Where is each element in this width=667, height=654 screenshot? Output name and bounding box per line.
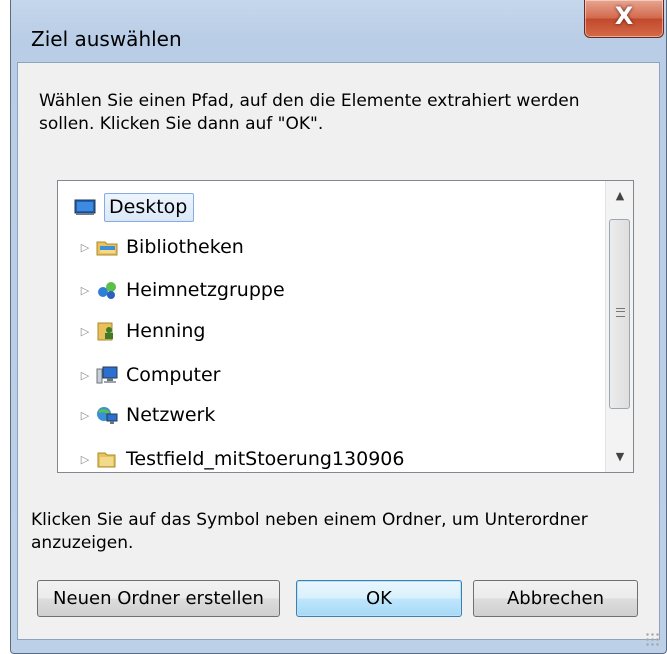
tree-item-label: Computer	[126, 364, 221, 386]
tree-item-testfield[interactable]: ▷ Testfield_mitStoerung130906	[78, 439, 405, 472]
tree-item-label: Testfield_mitStoerung130906	[126, 448, 405, 470]
expand-arrow-icon[interactable]: ▷	[78, 369, 92, 382]
libraries-icon	[96, 237, 118, 257]
scrollbar-thumb[interactable]	[609, 219, 630, 409]
tree-item-label: Henning	[126, 320, 206, 342]
folder-icon	[96, 449, 118, 469]
close-button[interactable]: X	[584, 0, 664, 38]
expand-arrow-icon[interactable]: ▷	[78, 241, 92, 254]
user-folder-icon	[96, 321, 118, 341]
ok-button[interactable]: OK	[296, 580, 462, 617]
tree-item-netzwerk[interactable]: ▷ Netzwerk	[78, 395, 216, 435]
computer-icon	[96, 365, 118, 385]
tree-item-label: Desktop	[104, 192, 195, 222]
instruction-text: Wählen Sie einen Pfad, auf den die Eleme…	[39, 91, 580, 134]
resize-grip-icon[interactable]	[645, 632, 659, 646]
homegroup-icon	[96, 280, 118, 300]
vertical-scrollbar[interactable]: ▲ ▼	[605, 181, 633, 472]
window-title: Ziel auswählen	[31, 27, 182, 51]
new-folder-button[interactable]: Neuen Ordner erstellen	[37, 580, 280, 617]
folder-tree[interactable]: Desktop ▷ Bibliotheken ▷ Heimnetzgruppe …	[57, 180, 634, 473]
cancel-button[interactable]: Abbrechen	[473, 580, 638, 617]
tree-item-desktop[interactable]: Desktop	[74, 187, 195, 227]
desktop-icon	[74, 197, 96, 217]
expand-arrow-icon[interactable]: ▷	[78, 325, 92, 338]
network-icon	[96, 405, 118, 425]
tree-item-heimnetzgruppe[interactable]: ▷ Heimnetzgruppe	[78, 270, 285, 310]
expand-arrow-icon[interactable]: ▷	[78, 453, 92, 466]
scroll-down-arrow-icon[interactable]: ▼	[606, 442, 633, 472]
expand-arrow-icon[interactable]: ▷	[78, 409, 92, 422]
tree-item-label: Netzwerk	[126, 404, 216, 426]
tree-item-label: Bibliotheken	[126, 236, 244, 258]
expand-arrow-icon[interactable]: ▷	[78, 284, 92, 297]
tree-item-bibliotheken[interactable]: ▷ Bibliotheken	[78, 227, 244, 267]
tree-item-henning[interactable]: ▷ Henning	[78, 311, 206, 351]
tree-item-label: Heimnetzgruppe	[126, 279, 285, 301]
scroll-up-arrow-icon[interactable]: ▲	[606, 181, 633, 211]
close-icon: X	[614, 2, 634, 30]
hint-text: Klicken Sie auf das Symbol neben einem O…	[31, 510, 588, 553]
scrollbar-grip-icon	[616, 308, 625, 317]
tree-item-computer[interactable]: ▷ Computer	[78, 355, 221, 395]
